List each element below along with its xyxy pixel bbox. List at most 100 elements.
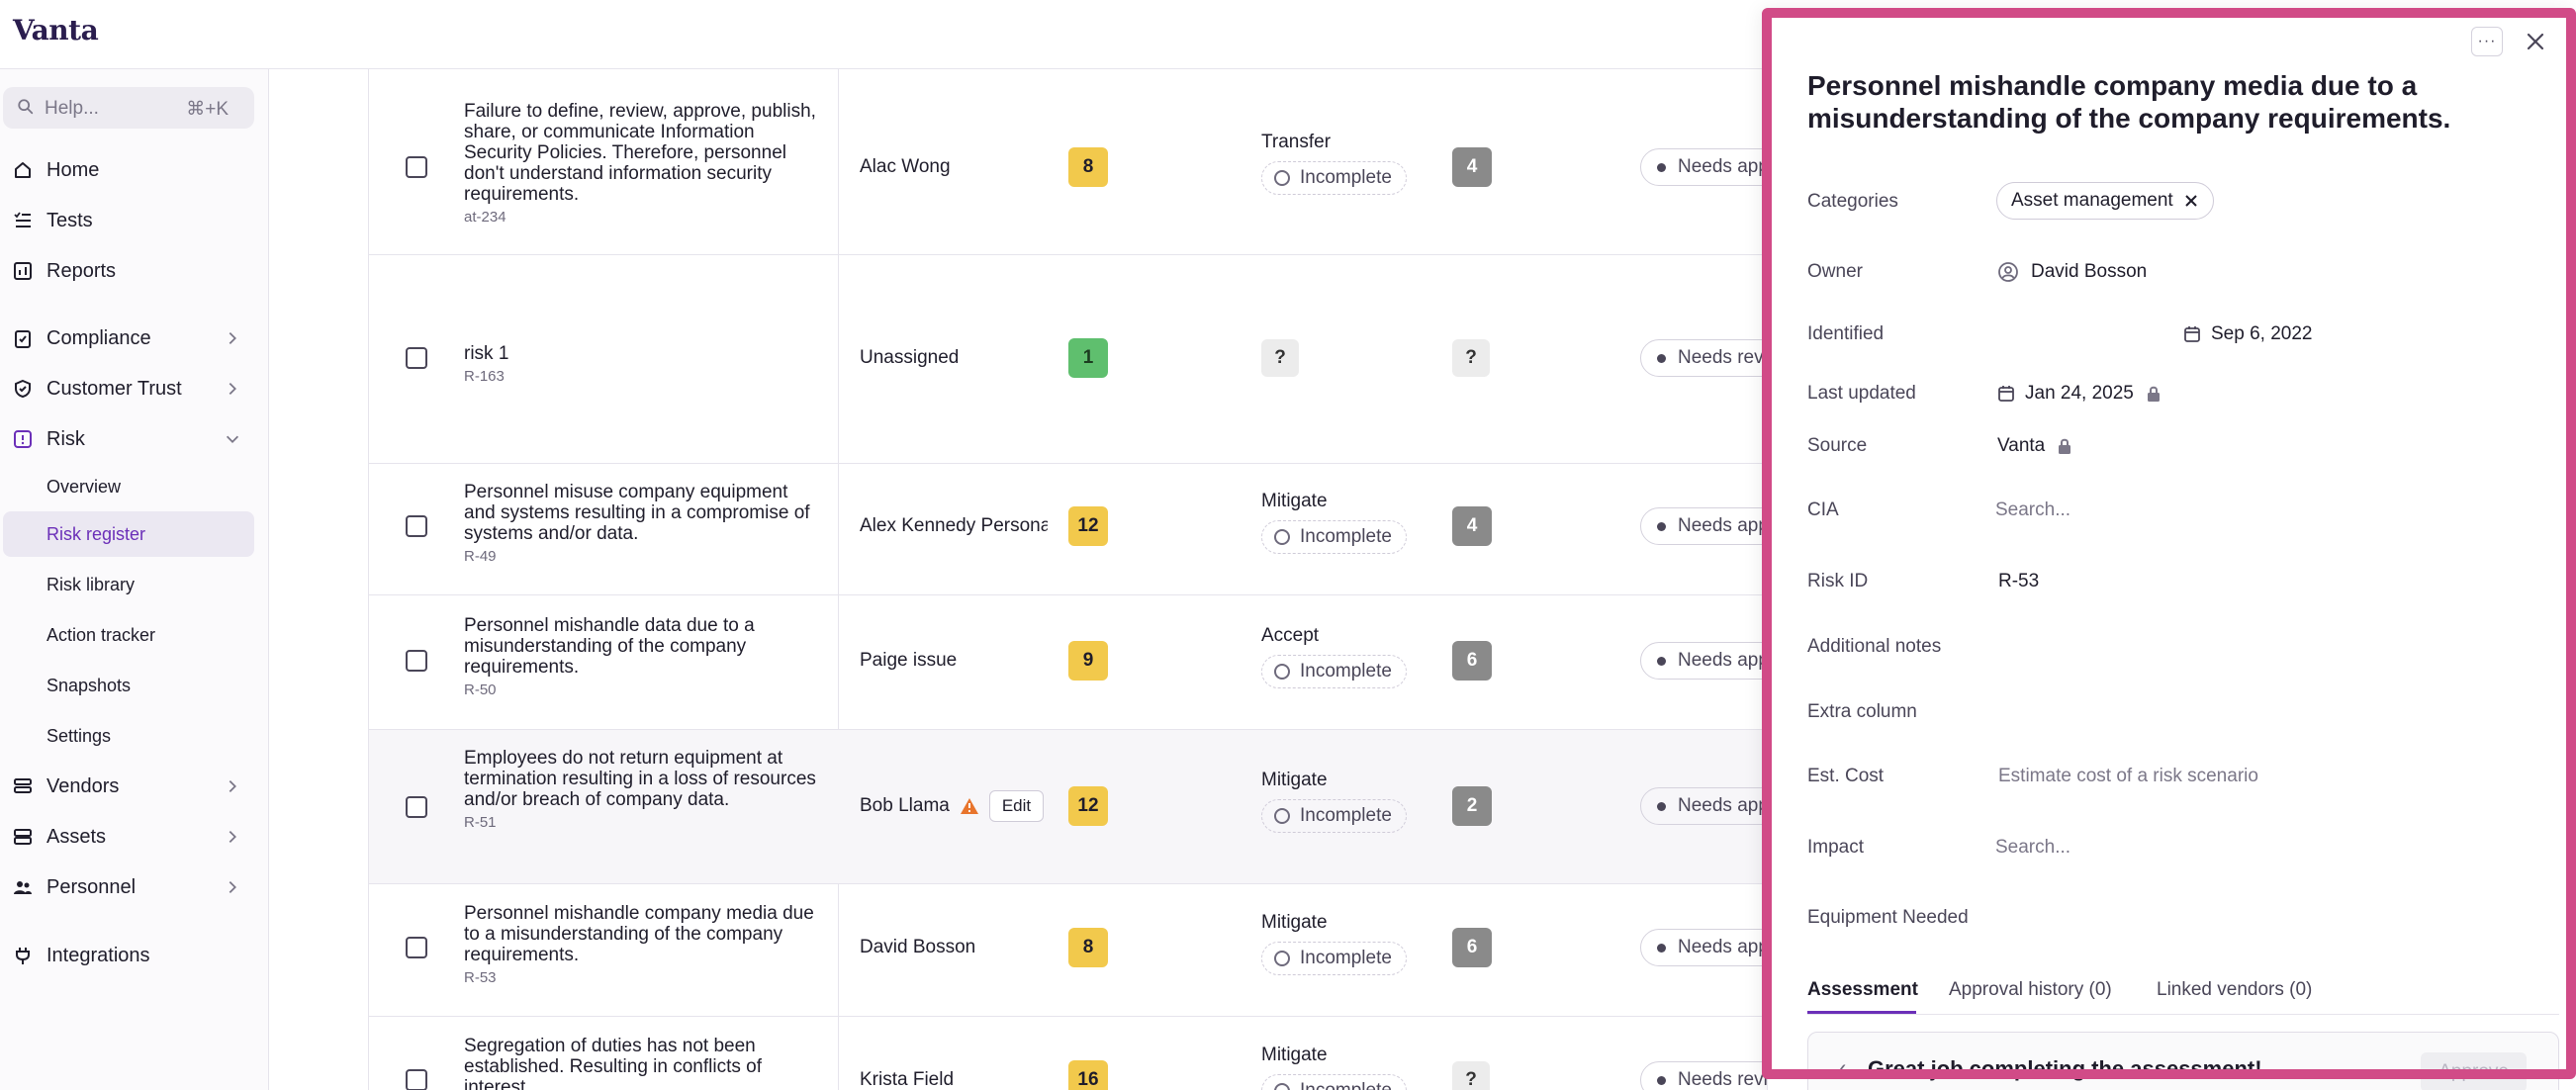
treatment-unknown-badge[interactable]: ? [1261, 339, 1299, 377]
row-checkbox[interactable] [406, 796, 427, 818]
help-search[interactable]: Help... ⌘+K [3, 87, 254, 129]
table-row[interactable]: Failure to define, review, approve, publ… [369, 79, 1838, 255]
treatment-status-pill[interactable]: Incomplete [1261, 942, 1407, 975]
edit-owner-button[interactable]: Edit [988, 790, 1045, 822]
chevron-down-icon [226, 435, 239, 443]
risk-title-cell: Failure to define, review, approve, publ… [464, 101, 820, 226]
calendar-icon [2184, 326, 2200, 342]
treatment-cell[interactable]: Mitigate Incomplete [1261, 1045, 1407, 1090]
cia-search-input[interactable]: Search... [1995, 500, 2070, 521]
treatment-cell[interactable]: Transfer Incomplete [1261, 132, 1407, 195]
risk-title: Personnel mishandle data due to a misund… [464, 615, 755, 678]
nav-customer-trust[interactable]: Customer Trust [0, 367, 255, 410]
identified-date[interactable]: Sep 6, 2022 [2183, 323, 2312, 345]
owner-name: Alac Wong [860, 156, 951, 177]
row-checkbox[interactable] [406, 156, 427, 178]
risk-id-value[interactable]: R-53 [1998, 571, 2039, 592]
chevron-right-icon [229, 331, 236, 345]
treatment-cell[interactable]: Mitigate Incomplete [1261, 912, 1407, 975]
remove-category-icon[interactable] [2183, 193, 2199, 209]
table-row[interactable]: Personnel misuse company equipment and s… [369, 464, 1838, 595]
clipboard-icon [12, 327, 34, 349]
more-options-button[interactable]: ··· [2471, 27, 2503, 56]
row-checkbox[interactable] [406, 347, 427, 369]
table-row[interactable]: Segregation of duties has not been estab… [369, 1017, 1838, 1090]
risk-owner[interactable]: David Bosson [860, 937, 1050, 958]
risk-owner[interactable]: Alex Kennedy Personal [860, 515, 1048, 537]
lock-icon [2059, 438, 2071, 454]
inherent-score-badge: 8 [1068, 147, 1108, 187]
status-dot [1657, 656, 1666, 666]
tab-assessment[interactable]: Assessment [1807, 979, 1918, 1001]
treatment-status-pill[interactable]: Incomplete [1261, 799, 1407, 833]
nav-compliance[interactable]: Compliance [0, 317, 255, 360]
nav-reports[interactable]: Reports [0, 249, 255, 293]
banner-text: Great job completing the assessment! [1868, 1056, 2262, 1081]
treatment-status-pill[interactable]: Incomplete [1261, 161, 1407, 195]
nav-vendors[interactable]: Vendors [0, 765, 255, 808]
empty-circle-icon [1274, 170, 1290, 186]
lock-icon [2147, 386, 2160, 402]
risk-id: R-53 [464, 969, 497, 986]
owner-value[interactable]: David Bosson [1997, 261, 2147, 283]
inherent-score-badge: 8 [1068, 928, 1108, 967]
residual-score-badge: ? [1452, 339, 1490, 377]
sidebar-item-settings[interactable]: Settings [3, 713, 254, 759]
impact-search-input[interactable]: Search... [1995, 837, 2070, 859]
nav-risk[interactable]: Risk [0, 417, 255, 461]
sidebar-item-risk-library[interactable]: Risk library [3, 562, 254, 607]
treatment-status-pill[interactable]: Incomplete [1261, 1074, 1407, 1090]
sidebar-item-snapshots[interactable]: Snapshots [3, 663, 254, 708]
sidebar-item-action-tracker[interactable]: Action tracker [3, 612, 254, 658]
treatment-label: Accept [1261, 625, 1320, 646]
treatment-status-pill[interactable]: Incomplete [1261, 655, 1407, 688]
drawer-tabs: Assessment Approval history (0) Linked v… [1807, 969, 2559, 1015]
nav-personnel[interactable]: Personnel [0, 865, 255, 909]
owner-name: Paige issue [860, 650, 958, 671]
owner-name: David Bosson [860, 937, 976, 957]
row-checkbox[interactable] [406, 650, 427, 672]
treatment-cell[interactable]: Accept Incomplete [1261, 625, 1407, 688]
row-checkbox[interactable] [406, 937, 427, 958]
nav-tests[interactable]: Tests [0, 199, 255, 242]
risk-alert-icon [12, 428, 34, 450]
category-chip[interactable]: Asset management [1996, 182, 2214, 220]
nav-tests-label: Tests [46, 209, 93, 231]
people-icon [12, 876, 34, 898]
sidebar-item-overview[interactable]: Overview [3, 464, 254, 509]
tab-approval-history[interactable]: Approval history (0) [1949, 979, 2112, 1001]
risk-owner[interactable]: Paige issue [860, 650, 1050, 672]
tab-linked-vendors[interactable]: Linked vendors (0) [2157, 979, 2312, 1001]
row-checkbox[interactable] [406, 1069, 427, 1090]
owner-label: Owner [1807, 261, 1863, 282]
table-row[interactable]: Employees do not return equipment at ter… [369, 730, 1838, 884]
risk-table: Failure to define, review, approve, publ… [368, 69, 1838, 1090]
category-chip-label: Asset management [2011, 190, 2173, 211]
inherent-score-badge: 9 [1068, 641, 1108, 681]
status-dot [1657, 162, 1666, 172]
status-dot [1657, 801, 1666, 811]
vanta-logo[interactable]: Vanta [13, 14, 99, 46]
risk-owner[interactable]: Krista Field [860, 1069, 1050, 1090]
nav-vendors-label: Vendors [46, 774, 120, 797]
est-cost-input[interactable]: Estimate cost of a risk scenario [1998, 766, 2258, 787]
nav-customer-trust-label: Customer Trust [46, 377, 182, 400]
risk-id-label: Risk ID [1807, 571, 1869, 591]
treatment-cell[interactable]: Mitigate Incomplete [1261, 491, 1407, 554]
row-checkbox[interactable] [406, 515, 427, 537]
treatment-status-pill[interactable]: Incomplete [1261, 520, 1407, 554]
treatment-cell[interactable]: Mitigate Incomplete [1261, 770, 1407, 833]
risk-owner[interactable]: Alac Wong [860, 156, 1050, 178]
table-row[interactable]: risk 1 R-163 Unassigned 1 ? ? Needs revi… [369, 255, 1838, 464]
nav-integrations[interactable]: Integrations [0, 934, 255, 977]
nav-assets[interactable]: Assets [0, 815, 255, 859]
approve-button[interactable]: Approve [2421, 1052, 2527, 1090]
risk-owner[interactable]: Unassigned [860, 347, 1050, 369]
close-icon[interactable] [2523, 29, 2548, 54]
table-row[interactable]: Personnel mishandle data due to a misund… [369, 595, 1838, 730]
empty-circle-icon [1274, 664, 1290, 680]
nav-home[interactable]: Home [0, 148, 255, 192]
table-row[interactable]: Personnel mishandle company media due to… [369, 884, 1838, 1017]
risk-owner[interactable]: Bob Llama Edit [860, 789, 1050, 823]
sidebar-item-risk-register[interactable]: Risk register [3, 511, 254, 557]
